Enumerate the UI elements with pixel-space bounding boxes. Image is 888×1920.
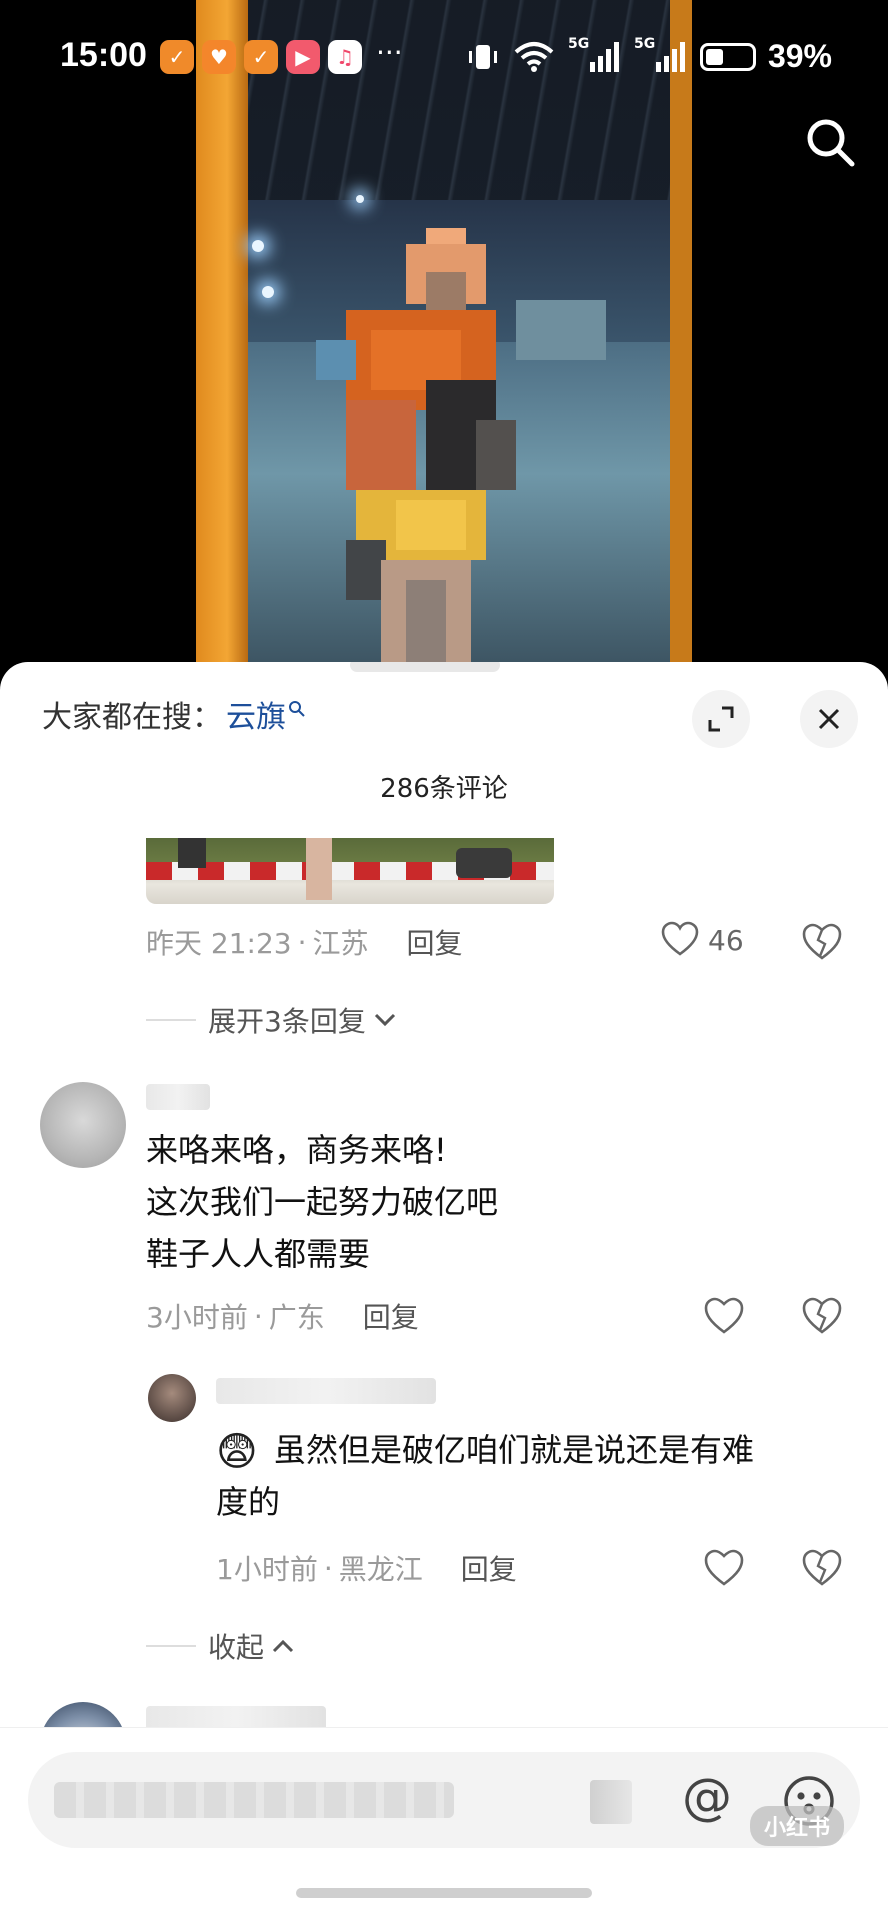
- video-light: [262, 286, 274, 298]
- wifi-icon: [514, 41, 554, 72]
- app-icon-orange-1: ✓: [160, 40, 194, 74]
- mention-button[interactable]: @: [682, 1768, 732, 1826]
- expand-sheet-button[interactable]: [692, 690, 750, 748]
- dislike-heart-icon[interactable]: [800, 1546, 844, 1590]
- heart-icon: ♥: [202, 40, 236, 74]
- reply-username-blurred[interactable]: [216, 1378, 436, 1404]
- more-notifications-icon: ···: [376, 36, 403, 69]
- expand-icon: [708, 706, 734, 732]
- like-heart-icon[interactable]: [702, 1294, 746, 1338]
- comment-time: 昨天 21:23: [146, 927, 292, 960]
- home-indicator[interactable]: [296, 1888, 592, 1898]
- emoji-sweat-icon: 😨: [216, 1429, 258, 1475]
- close-icon: [818, 708, 840, 730]
- reply-time: 1小时前: [216, 1553, 318, 1586]
- like-count: 46: [708, 923, 744, 957]
- comment-time: 3小时前: [146, 1301, 248, 1334]
- dislike-heart-icon[interactable]: [800, 920, 844, 964]
- battery-icon: [699, 42, 756, 71]
- play-icon: ▶: [286, 40, 320, 74]
- search-icon[interactable]: [802, 114, 858, 170]
- reply-avatar[interactable]: [148, 1374, 196, 1422]
- status-bar: 15:00 ✓ ♥ ✓ ▶ ♫ ··· 5G 5G 39%: [0, 28, 888, 84]
- expand-replies-label: 展开3条回复: [208, 1005, 366, 1038]
- divider-line: [146, 1645, 196, 1647]
- image-picker-icon[interactable]: [590, 1780, 632, 1824]
- like-button[interactable]: 46: [660, 920, 744, 960]
- xiaohongshu-watermark: 小红书: [750, 1806, 845, 1846]
- like-heart-icon[interactable]: [702, 1546, 746, 1590]
- video-pillar-right: [670, 0, 692, 672]
- video-light: [252, 240, 264, 252]
- sheet-drag-handle[interactable]: [350, 662, 500, 672]
- search-hint-keyword-link[interactable]: 云旗: [226, 692, 306, 736]
- comment-input-placeholder-blurred: [54, 1782, 454, 1818]
- app-icon-orange-2: ✓: [244, 40, 278, 74]
- vibrate-icon: [468, 44, 497, 69]
- chevron-up-icon: [272, 1639, 294, 1653]
- search-hint-prefix: 大家都在搜：: [42, 700, 222, 735]
- expand-replies-button[interactable]: 展开3条回复: [146, 1000, 398, 1040]
- video-frame[interactable]: [196, 0, 692, 672]
- collapse-label: 收起: [208, 1631, 265, 1664]
- comment-meta: 昨天 21:23 · 江苏 回复: [146, 922, 463, 962]
- reply-location: 黑龙江: [338, 1553, 423, 1586]
- battery-fill: [705, 48, 724, 65]
- dislike-heart-icon[interactable]: [800, 1294, 844, 1338]
- reply-button[interactable]: 回复: [461, 1548, 517, 1588]
- comment-location: 广东: [268, 1301, 325, 1334]
- chevron-down-icon: [374, 1013, 395, 1027]
- comment-count: 286条评论: [380, 774, 508, 804]
- comment-image[interactable]: [146, 838, 554, 904]
- notification-icons: ✓ ♥ ✓ ▶ ♫: [160, 40, 362, 74]
- collapse-replies-button[interactable]: 收起: [146, 1626, 296, 1666]
- trending-search-hint[interactable]: 大家都在搜： 云旗: [42, 692, 306, 736]
- battery-percent: 39%: [767, 38, 832, 74]
- comment-location: 江苏: [312, 927, 369, 960]
- divider-line: [146, 1019, 196, 1021]
- close-sheet-button[interactable]: [800, 690, 858, 748]
- reply-button[interactable]: 回复: [363, 1296, 419, 1336]
- avatar[interactable]: [40, 1082, 126, 1168]
- reply-meta: 1小时前 · 黑龙江 回复: [216, 1548, 517, 1588]
- status-right: 5G 5G 39%: [466, 36, 832, 75]
- reply-button[interactable]: 回复: [407, 922, 463, 962]
- video-player[interactable]: [0, 0, 888, 672]
- username-blurred[interactable]: [146, 1084, 210, 1110]
- video-pillar-left: [196, 0, 248, 672]
- reply-text: 虽然但是破亿咱们就是说还是有难 度的: [216, 1431, 755, 1521]
- search-icon: [289, 701, 305, 717]
- status-time: 15:00: [60, 36, 147, 74]
- music-icon: ♫: [328, 40, 362, 74]
- heart-outline-icon: [661, 921, 699, 956]
- signal-2-icon: 5G: [634, 36, 688, 74]
- signal-1-icon: 5G: [568, 36, 622, 74]
- search-hint-keyword: 云旗: [226, 700, 286, 735]
- video-light: [356, 195, 364, 203]
- comment-meta: 3小时前 · 广东 回复: [146, 1296, 419, 1336]
- comment-text: 来咯来咯，商务来咯! 这次我们一起努力破亿吧 鞋子人人都需要: [146, 1131, 499, 1273]
